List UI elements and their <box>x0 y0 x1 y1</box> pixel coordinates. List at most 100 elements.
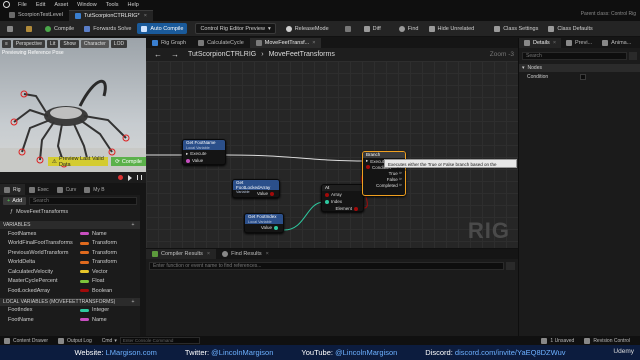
class-defaults-button[interactable]: Class Defaults <box>544 23 596 34</box>
close-icon[interactable]: × <box>312 40 315 46</box>
variable-row[interactable]: WorldFinalFootTransforms Transform <box>0 239 140 249</box>
pin-array[interactable]: Array <box>322 191 363 198</box>
add-button[interactable]: + Add <box>3 197 27 205</box>
auto-compile-toggle[interactable]: Auto Compile <box>137 23 188 34</box>
pin-value[interactable]: Value <box>183 157 225 164</box>
record-icon[interactable] <box>118 175 123 180</box>
variable-row[interactable]: FootName Name <box>0 315 140 325</box>
variable-type[interactable]: Name <box>92 231 107 237</box>
close-icon[interactable]: × <box>553 40 556 46</box>
node-get-foot-name[interactable]: Get FootName Local Variable ▸ Execute Val… <box>182 139 226 165</box>
node-get-foot-index[interactable]: Get FootIndex Local Variable Value <box>244 213 284 233</box>
node-graph-canvas[interactable]: Get FootName Local Variable ▸ Execute Val… <box>146 61 518 248</box>
cmd-dropdown[interactable]: Cmd ▾ <box>102 338 117 344</box>
variable-row[interactable]: FootNames Name <box>0 229 140 239</box>
hide-unrelated-button[interactable]: Hide Unrelated <box>425 23 479 34</box>
menu-file[interactable]: File <box>18 2 27 8</box>
banner-youtube-link[interactable]: @LincolnMargison <box>335 348 397 357</box>
tab-details[interactable]: Details × <box>519 38 562 48</box>
variable-row[interactable]: MasterCyclePercent Float <box>0 277 140 287</box>
play-icon[interactable] <box>128 174 132 181</box>
variable-row[interactable]: CalculatedVelocity Vector <box>0 267 140 277</box>
local-variables-header[interactable]: LOCAL VARIABLES (MOVEFEETTRANSFORMS) + <box>0 297 140 306</box>
unsaved-button[interactable]: 1 Unsaved <box>541 337 574 344</box>
preview-last-valid-button[interactable]: ⚠ Preview Last Valid Data <box>48 156 109 168</box>
add-variable-button[interactable]: + <box>130 222 136 228</box>
find-options-button[interactable] <box>506 262 515 270</box>
back-arrow-icon[interactable]: ← <box>154 50 162 59</box>
pin-execute[interactable]: ▸ Execute <box>183 150 225 157</box>
viewport-compile-button[interactable]: ⟳ Compile <box>111 157 146 166</box>
pin-element[interactable]: Element <box>322 205 363 211</box>
tab-my-blueprint[interactable]: My B <box>80 184 108 195</box>
menu-edit[interactable]: Edit <box>36 2 45 8</box>
variable-type[interactable]: Boolean <box>92 288 112 294</box>
breadcrumb-function[interactable]: MoveFeetTransforms <box>269 51 335 58</box>
details-search-input[interactable]: Search <box>522 52 627 60</box>
perspective-button[interactable]: Perspective <box>12 40 46 48</box>
menu-asset[interactable]: Asset <box>54 2 68 8</box>
tab-find-results[interactable]: Find Results × <box>216 249 275 259</box>
preview-mode-dropdown[interactable]: Control Rig Editor Preview ▾ <box>195 23 276 34</box>
my-blueprint-search-input[interactable]: Search <box>29 197 137 205</box>
forwards-solve-button[interactable]: Forwards Solve <box>80 23 135 34</box>
tab-animation[interactable]: Anima... <box>597 38 636 48</box>
forward-arrow-icon[interactable]: → <box>171 50 179 59</box>
save-button[interactable] <box>3 23 20 34</box>
tab-calculate-cycle[interactable]: CalculateCycle <box>192 38 250 48</box>
content-drawer-button[interactable]: Content Drawer <box>4 337 48 344</box>
find-references-input[interactable]: Enter function or event name to find ref… <box>149 262 504 270</box>
node-at[interactable]: At Array Index Element <box>321 184 364 212</box>
pin-index[interactable]: Index <box>322 198 363 205</box>
tab-curve[interactable]: Curv <box>53 184 81 195</box>
variable-row[interactable]: WorldDelta Transform <box>0 258 140 268</box>
close-icon[interactable]: × <box>207 251 210 257</box>
class-settings-button[interactable]: Class Settings <box>490 23 542 34</box>
diff-button[interactable]: Diff <box>360 23 385 34</box>
browse-button[interactable] <box>22 23 39 34</box>
tab-exec[interactable]: Exec <box>25 184 53 195</box>
console-command-input[interactable]: Enter Console Command <box>119 337 200 344</box>
lit-button[interactable]: Lit <box>47 40 59 48</box>
node-get-foot-locked-array[interactable]: Get FootLockedArray Variable Value <box>232 179 280 198</box>
variables-header[interactable]: VARIABLES + <box>0 221 140 229</box>
property-matrix-button[interactable] <box>629 52 637 60</box>
tab-rig-graph[interactable]: Rig Graph <box>146 38 192 48</box>
tab-preview-settings[interactable]: Previ... <box>561 38 597 48</box>
variable-row[interactable]: PreviousWorldTransform Transform <box>0 248 140 258</box>
add-local-variable-button[interactable]: + <box>130 298 136 305</box>
history-button[interactable] <box>341 23 358 34</box>
breadcrumb-asset[interactable]: TutScorpionCTRLRIG <box>188 51 256 58</box>
preview-viewport[interactable]: ≡ Perspective Lit Show Character LOD Pre… <box>0 38 146 183</box>
close-icon[interactable]: × <box>266 251 269 257</box>
output-log-button[interactable]: Output Log <box>58 337 92 344</box>
banner-website-link[interactable]: LMargison.com <box>106 348 157 357</box>
condition-checkbox[interactable] <box>580 73 587 80</box>
menu-tools[interactable]: Tools <box>106 2 119 8</box>
revision-control-button[interactable]: Revision Control <box>584 337 630 344</box>
compile-button[interactable]: Compile <box>41 23 78 34</box>
show-button[interactable]: Show <box>60 40 79 48</box>
variable-type[interactable]: Integer <box>92 307 109 313</box>
viewport-menu-button[interactable]: ≡ <box>2 40 11 48</box>
menu-help[interactable]: Help <box>128 2 139 8</box>
variable-type[interactable]: Transform <box>92 240 117 246</box>
menu-window[interactable]: Window <box>77 2 97 8</box>
variable-row[interactable]: FootLockedArray Boolean <box>0 286 140 296</box>
variable-type[interactable]: Vector <box>92 269 108 275</box>
pin-completed[interactable]: Completed ▹ <box>363 182 405 188</box>
lod-button[interactable]: LOD <box>110 40 128 48</box>
node-branch[interactable]: Branch ▸ Execute Condition True ▹ False ▹ C… <box>362 151 406 196</box>
variable-type[interactable]: Float <box>92 278 104 284</box>
unreal-logo-icon[interactable] <box>3 1 10 8</box>
tab-compiler-results[interactable]: Compiler Results × <box>146 249 217 259</box>
tab-rig[interactable]: Rig <box>0 184 25 195</box>
tab-move-feet-transforms[interactable]: MoveFeetTransf... × <box>249 38 322 48</box>
close-icon[interactable]: × <box>144 13 147 19</box>
graph-item-move-feet-transforms[interactable]: ƒ MoveFeetTransforms <box>0 207 140 217</box>
character-button[interactable]: Character <box>80 40 109 48</box>
pause-icon[interactable] <box>137 175 142 180</box>
tab-tut-scorpion-ctrlrig[interactable]: TutScorpionCTRLRIG* × <box>68 9 153 21</box>
variable-type[interactable]: Transform <box>92 259 117 265</box>
variable-row[interactable]: FootIndex Integer <box>0 306 140 316</box>
